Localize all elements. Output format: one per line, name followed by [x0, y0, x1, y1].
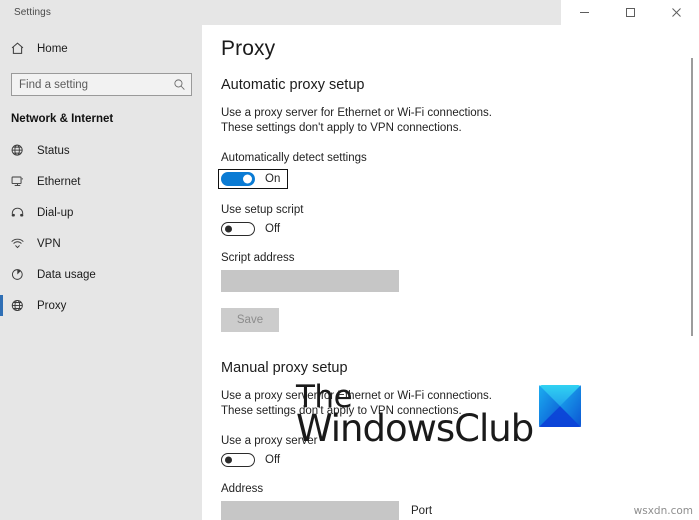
- sidebar-item-home[interactable]: Home: [0, 33, 202, 64]
- setup-script-label: Use setup script: [221, 204, 304, 216]
- sidebar-item-vpn[interactable]: VPN: [0, 228, 202, 259]
- address-port-row: Address Port: [221, 483, 699, 520]
- port-label: Port: [411, 505, 433, 517]
- sidebar: Home Network & Internet: [0, 25, 202, 520]
- content-scrollbar[interactable]: [687, 25, 697, 520]
- manual-proxy-heading: Manual proxy setup: [221, 360, 348, 376]
- sidebar-item-ethernet[interactable]: Ethernet: [0, 166, 202, 197]
- address-input[interactable]: [221, 501, 399, 520]
- sidebar-item-proxy[interactable]: Proxy: [0, 290, 202, 321]
- setup-script-switch[interactable]: [221, 222, 255, 236]
- auto-detect-state: On: [265, 173, 281, 185]
- minimize-icon: [579, 7, 590, 18]
- sidebar-item-status[interactable]: Status: [0, 135, 202, 166]
- status-globe-icon: [10, 143, 32, 158]
- sidebar-item-proxy-label: Proxy: [37, 299, 67, 312]
- sidebar-item-home-label: Home: [37, 42, 68, 55]
- sidebar-item-dial-up-label: Dial-up: [37, 206, 74, 219]
- sidebar-item-dial-up[interactable]: Dial-up: [0, 197, 202, 228]
- use-proxy-switch[interactable]: [221, 453, 255, 467]
- save-button[interactable]: Save: [221, 308, 279, 332]
- search-icon: [167, 78, 191, 91]
- sidebar-item-data-usage-label: Data usage: [37, 268, 96, 281]
- content-pane: Proxy Automatic proxy setup Use a proxy …: [202, 25, 699, 520]
- proxy-globe-icon: [10, 298, 32, 313]
- use-proxy-state: Off: [265, 454, 281, 466]
- home-icon: [10, 41, 32, 56]
- dial-up-icon: [10, 205, 32, 220]
- auto-detect-switch[interactable]: [221, 172, 255, 186]
- use-proxy-label: Use a proxy server: [221, 435, 318, 447]
- automatic-proxy-description: Use a proxy server for Ethernet or Wi-Fi…: [221, 107, 492, 134]
- script-address-label: Script address: [221, 252, 295, 264]
- setup-script-toggle[interactable]: Off: [221, 222, 699, 236]
- switch-knob: [225, 456, 232, 464]
- scrollbar-thumb[interactable]: [691, 58, 693, 336]
- sidebar-item-vpn-label: VPN: [37, 237, 61, 250]
- sidebar-item-status-label: Status: [37, 144, 70, 157]
- ethernet-icon: [10, 174, 32, 189]
- sidebar-item-data-usage[interactable]: Data usage: [0, 259, 202, 290]
- address-label: Address: [221, 483, 264, 495]
- search-input[interactable]: [12, 78, 167, 91]
- setup-script-state: Off: [265, 223, 281, 235]
- corner-watermark: wsxdn.com: [633, 505, 693, 517]
- sidebar-item-ethernet-label: Ethernet: [37, 175, 81, 188]
- vpn-icon: [10, 236, 32, 251]
- search-box[interactable]: [11, 73, 192, 96]
- auto-detect-label: Automatically detect settings: [221, 152, 367, 164]
- minimize-button[interactable]: [561, 0, 607, 25]
- close-button[interactable]: [653, 0, 699, 25]
- switch-knob: [225, 225, 232, 233]
- switch-knob: [243, 174, 252, 184]
- app-title: Settings: [0, 0, 561, 25]
- close-icon: [671, 7, 682, 18]
- auto-detect-toggle[interactable]: On: [217, 169, 289, 189]
- window-controls: [561, 0, 699, 25]
- settings-window: Settings Home Find a setting Network & I…: [0, 0, 699, 520]
- title-bar: Settings: [0, 0, 699, 25]
- manual-proxy-description: Use a proxy server for Ethernet or Wi-Fi…: [221, 390, 492, 417]
- page-title: Proxy: [221, 37, 276, 60]
- script-address-input[interactable]: [221, 270, 399, 292]
- automatic-proxy-heading: Automatic proxy setup: [221, 77, 365, 93]
- data-usage-icon: [10, 267, 32, 282]
- use-proxy-toggle[interactable]: Off: [221, 453, 699, 467]
- maximize-icon: [625, 7, 636, 18]
- maximize-button[interactable]: [607, 0, 653, 25]
- sidebar-group-title: Network & Internet: [11, 113, 114, 125]
